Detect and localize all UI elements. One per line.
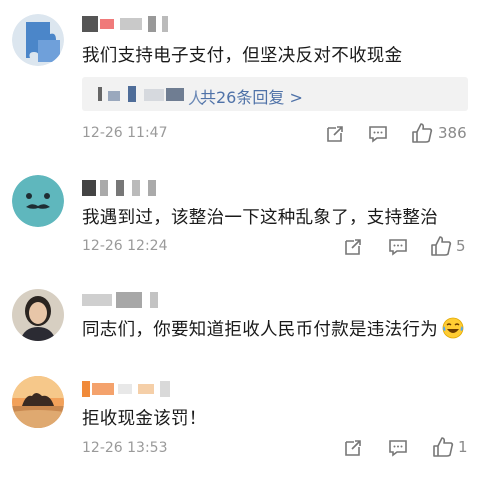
sunset-photo-avatar	[12, 376, 64, 428]
comment-text: 拒收现金该罚！	[82, 409, 207, 429]
reply-usernames-blurred: 人	[98, 85, 206, 108]
comment-icon[interactable]	[388, 438, 408, 458]
puzzle-avatar-icon	[12, 14, 64, 66]
person-photo-avatar	[12, 289, 64, 341]
timestamp: 12-26 12:24	[82, 238, 168, 254]
like-icon[interactable]	[432, 436, 454, 458]
avatar[interactable]	[12, 289, 64, 341]
laughing-tears-emoji	[442, 317, 464, 339]
share-icon[interactable]	[325, 124, 345, 144]
share-icon[interactable]	[343, 438, 363, 458]
timestamp: 12-26 13:53	[82, 440, 168, 456]
share-icon[interactable]	[343, 237, 363, 257]
timestamp: 12-26 11:47	[82, 125, 168, 141]
like-count: 386	[438, 124, 467, 142]
comment-icon[interactable]	[368, 124, 388, 144]
comment-text-body: 同志们，你要知道拒收人民币付款是违法行为	[82, 320, 438, 340]
mustache-face-avatar-icon	[12, 175, 64, 227]
comment-text: 我遇到过，该整治一下这种乱象了，支持整治	[82, 208, 438, 228]
avatar[interactable]	[12, 376, 64, 428]
comment-icon[interactable]	[388, 237, 408, 257]
comment-text: 同志们，你要知道拒收人民币付款是违法行为	[82, 316, 464, 341]
like-count: 1	[458, 438, 468, 456]
comment-text: 我们支持电子支付，但坚决反对不收现金	[82, 46, 403, 66]
like-icon[interactable]	[430, 235, 452, 257]
avatar[interactable]	[12, 14, 64, 66]
like-count: 5	[456, 237, 466, 255]
like-icon[interactable]	[411, 122, 433, 144]
reply-summary-box[interactable]: 人 共26条回复 >	[82, 77, 468, 111]
reply-count-link[interactable]: 共26条回复 >	[200, 84, 303, 108]
avatar[interactable]	[12, 175, 64, 227]
